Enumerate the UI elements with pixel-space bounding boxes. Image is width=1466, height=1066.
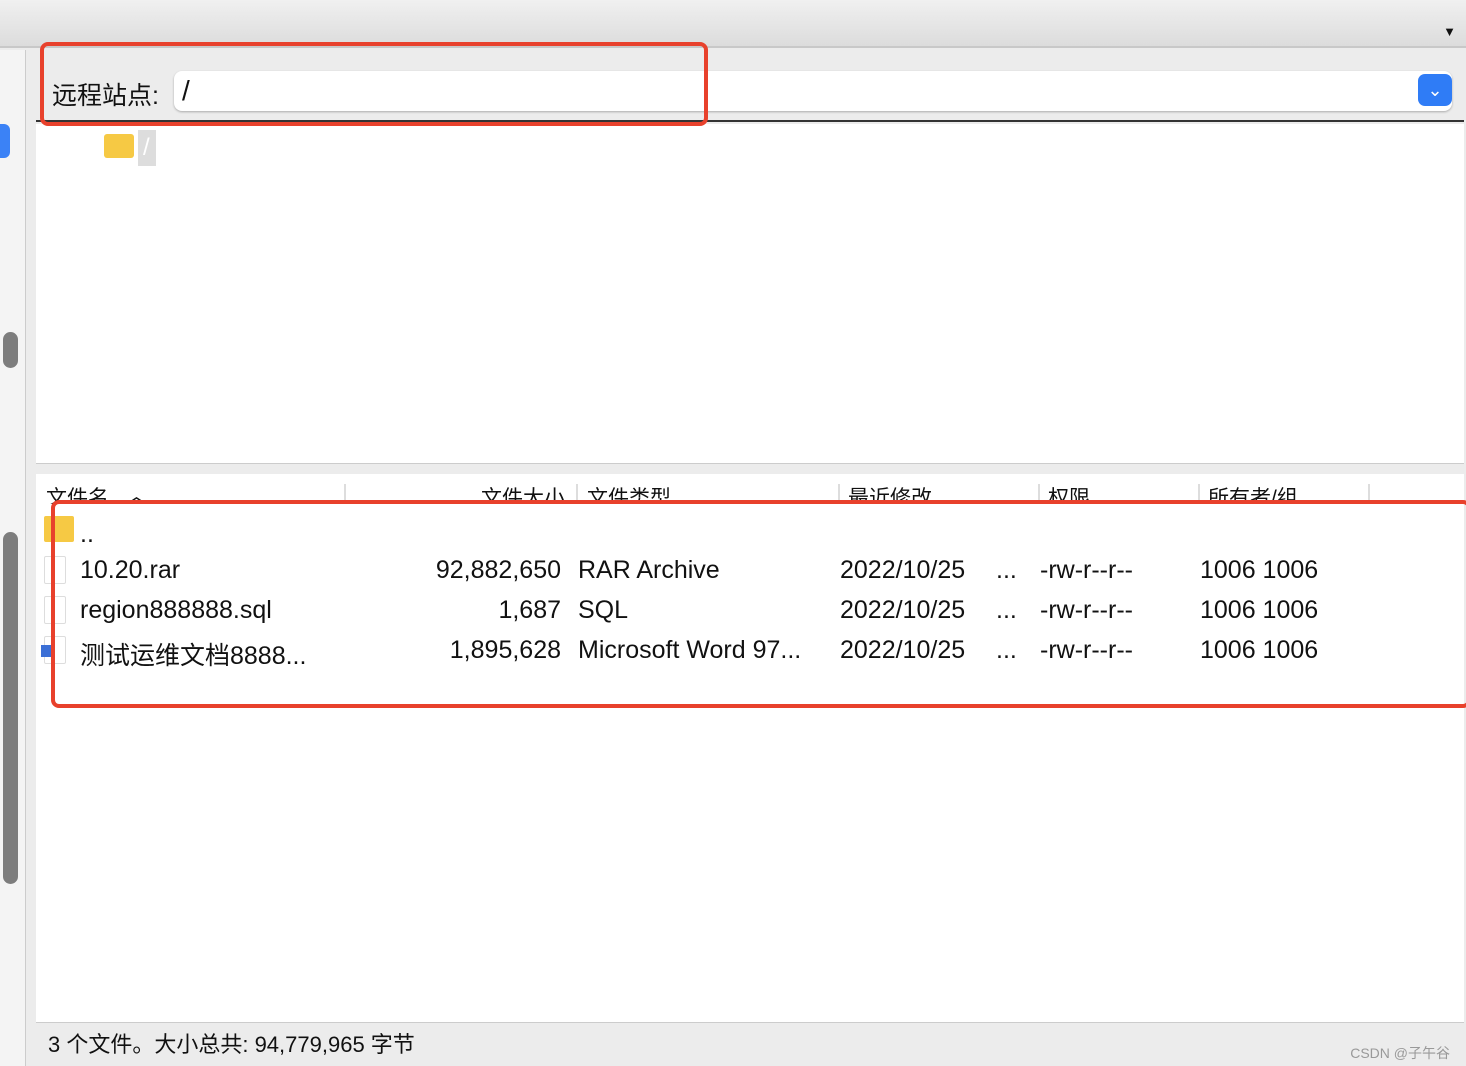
scrollbar[interactable] (3, 332, 18, 368)
tree-item-root[interactable]: / (138, 130, 156, 166)
watermark: CSDN @子午谷 (1350, 1045, 1450, 1061)
file-icon (44, 556, 66, 584)
remote-site-label: 远程站点: (52, 82, 159, 110)
file-permissions: -rw-r--r-- (1040, 556, 1133, 584)
folder-icon (44, 516, 74, 542)
col-modified[interactable]: 最近修改 (848, 482, 932, 504)
file-size: 1,687 (498, 596, 561, 624)
file-modified: 2022/10/25 (840, 556, 966, 584)
file-row[interactable]: 测试运维文档8888... 1,895,628 Microsoft Word 9… (36, 632, 1464, 672)
file-name: 10.20.rar (80, 556, 181, 584)
toolbar: ▼ (0, 0, 1466, 48)
sort-ascending-icon: ︿ (126, 485, 147, 504)
status-text: 3 个文件。大小总共: 94,779,965 字节 (48, 1032, 415, 1057)
file-size: 92,882,650 (435, 556, 561, 584)
file-row[interactable]: region888888.sql 1,687 SQL 2022/10/25 ..… (36, 592, 1464, 632)
col-permissions[interactable]: 权限 (1048, 482, 1090, 504)
file-row-parent[interactable]: .. (36, 516, 1464, 556)
col-owner[interactable]: 所有者/组 (1208, 482, 1298, 504)
file-owner: 1006 1006 (1200, 556, 1319, 584)
column-headers: 文件名 ︿ 文件大小 文件类型 最近修改 权限 所有者/组 (36, 480, 1464, 504)
file-name: .. (80, 520, 94, 548)
remote-site-bar: 远程站点: / ⌄ (36, 62, 1464, 122)
local-dropdown-button[interactable] (0, 124, 10, 158)
remote-path-input[interactable]: / (174, 71, 1452, 111)
local-pane-edge (0, 50, 26, 1066)
file-name: 测试运维文档8888... (80, 642, 307, 670)
col-type[interactable]: 文件类型 (587, 482, 671, 504)
file-type: Microsoft Word 97... (578, 636, 802, 664)
scrollbar[interactable] (3, 532, 18, 884)
file-modified-truncated: ... (996, 636, 1017, 664)
file-modified: 2022/10/25 (840, 636, 966, 664)
file-owner: 1006 1006 (1200, 636, 1319, 664)
col-name[interactable]: 文件名 (46, 482, 109, 504)
col-size[interactable]: 文件大小 (481, 482, 565, 504)
file-owner: 1006 1006 (1200, 596, 1319, 624)
remote-file-list: 文件名 ︿ 文件大小 文件类型 最近修改 权限 所有者/组 .. 10.20.r… (36, 474, 1464, 1022)
word-document-icon (41, 636, 66, 664)
file-icon (44, 596, 66, 624)
file-modified-truncated: ... (996, 556, 1017, 584)
file-modified: 2022/10/25 (840, 596, 966, 624)
file-type: SQL (578, 596, 629, 624)
file-type: RAR Archive (578, 556, 720, 584)
chevron-down-icon[interactable]: ⌄ (1418, 74, 1452, 106)
file-permissions: -rw-r--r-- (1040, 636, 1133, 664)
status-bar: 3 个文件。大小总共: 94,779,965 字节 CSDN @子午谷 (36, 1022, 1464, 1066)
folder-icon (104, 134, 134, 158)
remote-directory-tree: / (36, 124, 1464, 464)
file-modified-truncated: ... (996, 596, 1017, 624)
file-permissions: -rw-r--r-- (1040, 596, 1133, 624)
file-name: region888888.sql (80, 596, 272, 624)
file-row[interactable]: 10.20.rar 92,882,650 RAR Archive 2022/10… (36, 552, 1464, 592)
file-size: 1,895,628 (449, 636, 561, 664)
dropdown-caret-icon[interactable]: ▼ (1443, 24, 1456, 39)
